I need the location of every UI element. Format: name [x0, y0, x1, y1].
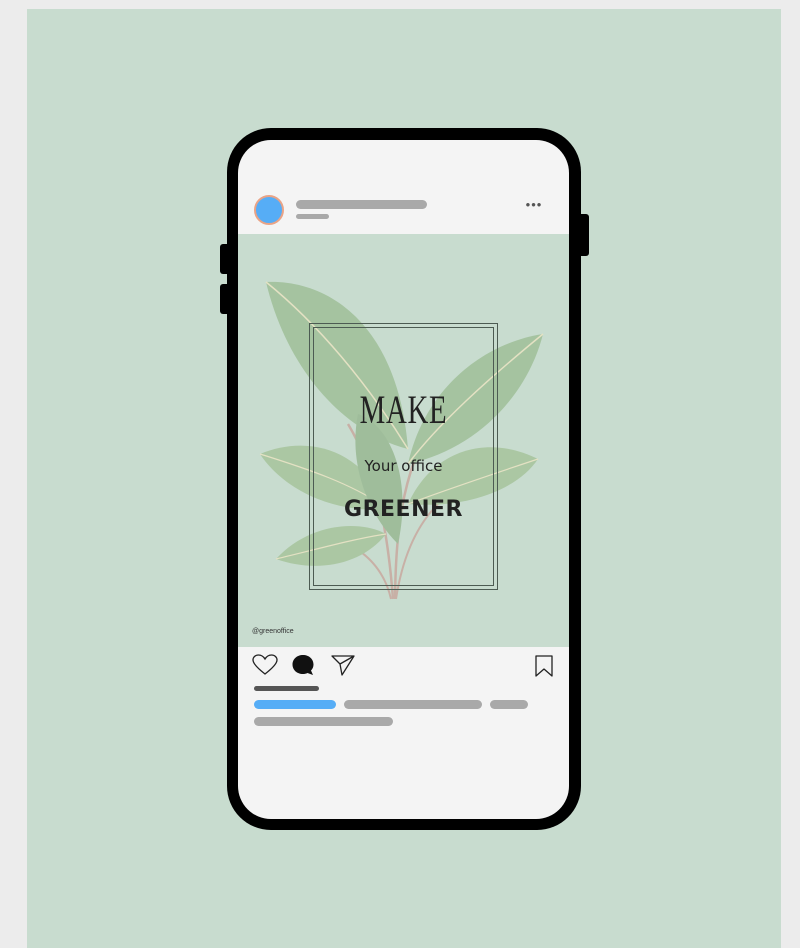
- caption-text-placeholder: [490, 700, 528, 709]
- comments-link-placeholder[interactable]: [254, 717, 393, 726]
- subheadline-text: Your office: [364, 457, 443, 475]
- bookmark-icon[interactable]: [534, 655, 554, 682]
- send-icon[interactable]: [331, 654, 355, 681]
- caption-text-placeholder: [344, 700, 482, 709]
- comment-icon[interactable]: [291, 654, 315, 681]
- caption-username-placeholder[interactable]: [254, 700, 336, 709]
- username-placeholder[interactable]: [296, 200, 427, 209]
- headline-text: MAKE: [359, 387, 448, 432]
- tagline-text: GREENER: [344, 497, 463, 522]
- account-handle: @greenoffice: [252, 628, 294, 635]
- phone-screen: ••• MAKE Your office GREENER @greenoffic…: [238, 140, 569, 819]
- heart-icon[interactable]: [252, 654, 278, 681]
- post-image[interactable]: MAKE Your office GREENER @greenoffice: [238, 234, 569, 647]
- location-placeholder: [296, 214, 329, 219]
- more-options-icon[interactable]: •••: [522, 198, 546, 214]
- avatar[interactable]: [254, 195, 284, 225]
- likes-count-placeholder[interactable]: [254, 686, 319, 691]
